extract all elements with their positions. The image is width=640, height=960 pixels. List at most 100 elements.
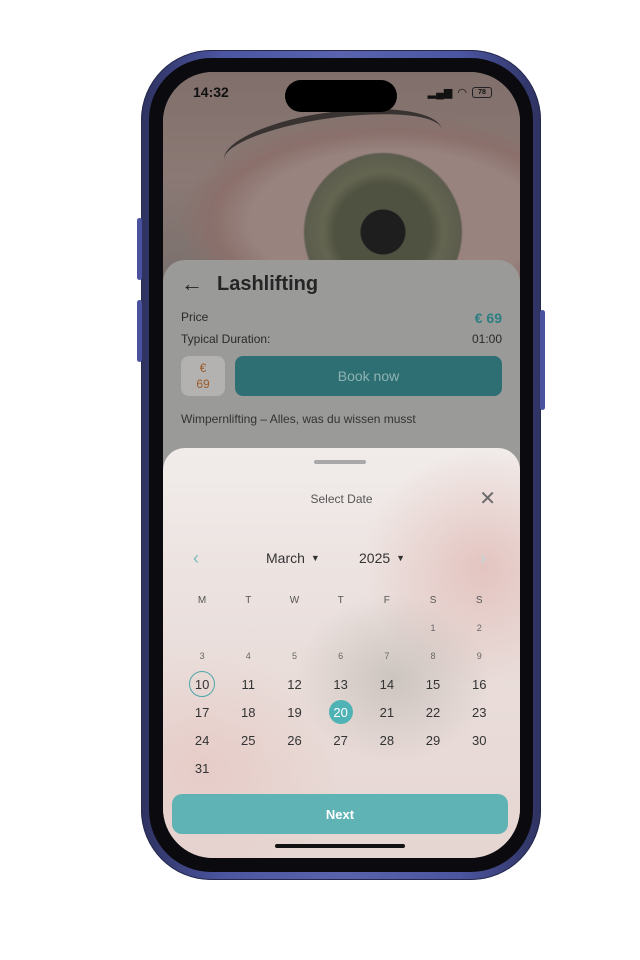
calendar-day-label: 14: [379, 676, 395, 692]
calendar-day-label: 3: [199, 651, 205, 661]
year-value: 2025: [359, 550, 391, 566]
calendar-day[interactable]: 13: [318, 670, 364, 698]
power-button: [540, 310, 545, 410]
sheet-drag-handle[interactable]: [314, 460, 366, 464]
calendar-day[interactable]: 11: [225, 670, 271, 698]
calendar-day[interactable]: 31: [179, 754, 225, 782]
calendar-day[interactable]: 5: [271, 642, 317, 670]
price-value: € 69: [474, 310, 502, 326]
calendar-day[interactable]: 4: [225, 642, 271, 670]
weekday-header: M: [197, 594, 207, 606]
calendar-day[interactable]: 14: [364, 670, 410, 698]
status-icons: ▂▄▆ ◠ 78: [428, 86, 492, 99]
calendar-day[interactable]: 28: [364, 726, 410, 754]
calendar-day[interactable]: 26: [271, 726, 317, 754]
calendar-day[interactable]: 16: [456, 670, 502, 698]
calendar-day[interactable]: 20: [318, 698, 364, 726]
calendar-day[interactable]: 1: [410, 614, 456, 642]
calendar-day-label: [329, 756, 353, 780]
calendar-day-label: [190, 616, 214, 640]
calendar-day[interactable]: 22: [410, 698, 456, 726]
calendar-day-label: 27: [333, 732, 348, 748]
calendar-empty-cell: [410, 754, 456, 782]
calendar-day-label: [375, 756, 399, 780]
weekday-header: W: [289, 594, 300, 606]
calendar-day[interactable]: 25: [225, 726, 271, 754]
calendar-day-label: 7: [384, 651, 390, 661]
status-time: 14:32: [193, 84, 229, 100]
price-chip-amount: 69: [196, 377, 210, 391]
calendar-empty-cell: [364, 614, 410, 642]
calendar-empty-cell: [456, 754, 502, 782]
calendar-day[interactable]: 17: [179, 698, 225, 726]
calendar-empty-cell: [271, 614, 317, 642]
close-icon[interactable]: ✕: [479, 486, 496, 511]
volume-down-button: [137, 300, 142, 362]
calendar-day-label: 31: [194, 760, 210, 776]
duration-label: Typical Duration:: [181, 332, 271, 346]
calendar-day-label: 5: [291, 651, 297, 661]
calendar-empty-cell: [318, 614, 364, 642]
weekday-header: T: [337, 594, 344, 606]
calendar-day-label: 28: [379, 732, 395, 748]
chevron-right-icon[interactable]: ›: [480, 548, 486, 569]
volume-up-button: [137, 218, 142, 280]
calendar-day-label: 6: [338, 651, 344, 661]
battery-icon: 78: [472, 86, 492, 98]
calendar-day-label: 10: [189, 671, 216, 697]
calendar-day-label: 18: [241, 704, 256, 720]
book-now-button[interactable]: Book now: [235, 356, 502, 396]
year-dropdown[interactable]: 2025 ▼: [359, 550, 405, 566]
calendar-day-label: [236, 756, 260, 780]
calendar-day-label: 1: [430, 623, 436, 633]
calendar-day[interactable]: 2: [456, 614, 502, 642]
calendar-day-label: 16: [471, 676, 487, 692]
price-row: Price € 69: [181, 310, 502, 326]
calendar-day-label: 4: [245, 651, 251, 661]
calendar-day-label: [421, 756, 445, 780]
calendar-day[interactable]: 30: [456, 726, 502, 754]
calendar-empty-cell: [225, 754, 271, 782]
calendar-day-label: 20: [328, 700, 353, 724]
calendar-day-label: 17: [194, 704, 210, 720]
calendar-day[interactable]: 12: [271, 670, 317, 698]
calendar-day[interactable]: 21: [364, 698, 410, 726]
calendar-day[interactable]: 15: [410, 670, 456, 698]
calendar-day[interactable]: 8: [410, 642, 456, 670]
calendar-day-label: 9: [476, 651, 482, 661]
calendar-day-label: [467, 756, 491, 780]
calendar-day[interactable]: 24: [179, 726, 225, 754]
calendar-day[interactable]: 9: [456, 642, 502, 670]
calendar-day-label: [375, 616, 399, 640]
calendar-day[interactable]: 18: [225, 698, 271, 726]
calendar-day[interactable]: 10: [179, 670, 225, 698]
calendar-empty-cell: [318, 754, 364, 782]
calendar-day[interactable]: 19: [271, 698, 317, 726]
calendar-day[interactable]: 6: [318, 642, 364, 670]
calendar-day-label: 19: [287, 704, 302, 720]
weekday-header: S: [475, 594, 483, 606]
calendar-day[interactable]: 29: [410, 726, 456, 754]
screen: 14:32 ▂▄▆ ◠ 78 ← Lashlifting Price € 69 …: [163, 72, 520, 858]
calendar-day-label: 21: [379, 704, 395, 720]
back-arrow-icon[interactable]: ←: [181, 271, 203, 297]
calendar-day[interactable]: 3: [179, 642, 225, 670]
calendar-day-label: [329, 616, 353, 640]
calendar-day-label: 13: [333, 676, 348, 692]
month-value: March: [266, 550, 305, 566]
caret-down-icon: ▼: [310, 553, 320, 563]
calendar-day-label: 23: [471, 704, 487, 720]
next-button[interactable]: Next: [172, 794, 508, 834]
calendar-day-label: 15: [425, 676, 441, 692]
calendar-day-label: 26: [287, 732, 302, 748]
chevron-left-icon[interactable]: ‹: [193, 548, 199, 569]
weekday-header: S: [429, 594, 437, 606]
calendar-day-label: [236, 616, 260, 640]
duration-value: 01:00: [471, 332, 502, 346]
calendar-empty-cell: [225, 614, 271, 642]
month-dropdown[interactable]: March ▼: [266, 550, 320, 566]
calendar-day[interactable]: 7: [364, 642, 410, 670]
calendar-day[interactable]: 23: [456, 698, 502, 726]
calendar-day[interactable]: 27: [318, 726, 364, 754]
price-chip: € 69: [181, 356, 225, 396]
